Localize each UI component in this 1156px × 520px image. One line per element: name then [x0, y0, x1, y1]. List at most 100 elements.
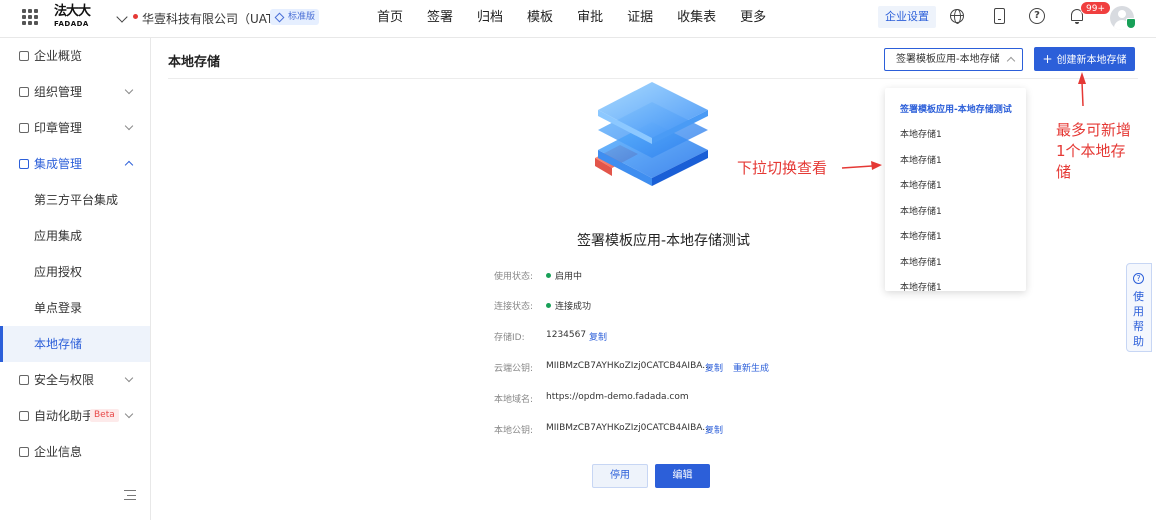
fadada-logo[interactable]: 法大大 FADADA [54, 4, 92, 34]
plus-icon: + [1042, 52, 1053, 66]
help-tab-label: 使用帮助 [1133, 290, 1144, 348]
connection-dot [546, 303, 551, 308]
sidebar-item-label: 安全与权限 [34, 373, 95, 387]
apps-grid-icon[interactable] [22, 9, 38, 25]
dropdown-option[interactable]: 本地存储1 [900, 178, 942, 191]
domain-label: 本地域名: [494, 395, 534, 405]
storage-illustration [595, 82, 708, 186]
nav-more[interactable]: 更多 [728, 0, 778, 36]
dropdown-option[interactable]: 本地存储1 [900, 280, 942, 291]
logo-cn: 法大大 [54, 4, 91, 19]
storage-select[interactable]: 签署模板应用-本地存储测 [884, 48, 1023, 71]
status-value: 启用中 [546, 269, 582, 282]
chevron-down-icon [124, 121, 134, 131]
company-switcher[interactable]: 华壹科技有限公司（UAT） [142, 10, 285, 27]
page-title: 本地存储 [168, 55, 221, 70]
sidebar-item-sso[interactable]: 单点登录 [0, 290, 150, 326]
sidebar-item-enterprise-info[interactable]: 企业信息 [0, 434, 150, 470]
connection-value: 连接成功 [546, 299, 591, 312]
sidebar-item-organization[interactable]: 组织管理 [0, 74, 150, 110]
dropdown-option[interactable]: 本地存储1 [900, 229, 942, 242]
status-text: 启用中 [555, 272, 583, 282]
company-status-dot [133, 14, 138, 19]
security-icon [19, 375, 29, 385]
sidebar-item-label: 集成管理 [34, 157, 83, 171]
nav-home[interactable]: 首页 [365, 0, 415, 36]
beta-tag: Beta [90, 409, 119, 422]
dropdown-option[interactable]: 本地存储1 [900, 255, 942, 268]
nav-forms[interactable]: 收集表 [665, 0, 728, 36]
nav-template[interactable]: 模板 [515, 0, 565, 36]
storage-select-value: 签署模板应用-本地存储测 [896, 54, 1000, 65]
sidebar-item-overview[interactable]: 企业概览 [0, 38, 150, 74]
status-label: 使用状态: [494, 272, 534, 282]
phone-icon[interactable] [994, 8, 1005, 24]
sidebar-item-local-storage[interactable]: 本地存储 [0, 326, 150, 362]
top-bar: 法大大 FADADA 华壹科技有限公司（UAT） 标准版 首页 签署 归档 模板… [0, 0, 1156, 38]
sidebar-item-label: 应用集成 [34, 229, 83, 243]
plan-badge: 标准版 [270, 9, 320, 25]
chevron-up-icon [124, 160, 134, 170]
sidebar-item-automation[interactable]: 自动化助手 Beta [0, 398, 150, 434]
nav-evidence[interactable]: 证据 [615, 0, 665, 36]
sidebar-item-third-party[interactable]: 第三方平台集成 [0, 182, 150, 218]
layers-icon [19, 159, 29, 169]
help-tab[interactable]: ? 使用帮助 [1126, 263, 1152, 352]
annotation-create-hint: 最多可新增1个本地存储 [1056, 121, 1132, 181]
nav-approval[interactable]: 审批 [565, 0, 615, 36]
title-divider [168, 78, 1138, 79]
disable-button[interactable]: 停用 [592, 464, 648, 488]
annotation-dropdown-hint: 下拉切换查看 [737, 159, 828, 177]
chevron-down-icon[interactable] [116, 11, 128, 23]
storage-dropdown: 签署模板应用-本地存储测试 本地存储1 本地存储1 本地存储1 本地存储1 本地… [885, 88, 1026, 291]
help-icon[interactable]: ? [1029, 8, 1045, 24]
enterprise-settings-button[interactable]: 企业设置 [878, 6, 936, 28]
chevron-down-icon [124, 85, 134, 95]
organization-icon [19, 87, 29, 97]
sidebar-item-label: 应用授权 [34, 265, 83, 279]
overview-icon [19, 51, 29, 61]
sidebar-item-label: 本地存储 [34, 337, 83, 351]
sidebar-item-label: 企业概览 [34, 49, 83, 63]
sidebar-item-security[interactable]: 安全与权限 [0, 362, 150, 398]
sidebar-item-label: 单点登录 [34, 301, 83, 315]
connection-label: 连接状态: [494, 302, 534, 312]
sidebar-item-label: 企业信息 [34, 445, 83, 459]
nav-archive[interactable]: 归档 [465, 0, 515, 36]
logo-en: FADADA [54, 20, 89, 28]
chevron-down-icon [124, 409, 134, 419]
collapse-sidebar-icon[interactable] [124, 490, 136, 500]
main-nav: 首页 签署 归档 模板 审批 证据 收集表 更多 [365, 0, 778, 36]
sidebar-item-label: 组织管理 [34, 85, 83, 99]
dropdown-option[interactable]: 本地存储1 [900, 204, 942, 217]
copy-local-key-link[interactable]: 复制 [705, 423, 723, 436]
connection-text: 连接成功 [555, 302, 592, 312]
regenerate-key-link[interactable]: 重新生成 [733, 361, 769, 374]
chevron-down-icon [124, 373, 134, 383]
sidebar-item-integration[interactable]: 集成管理 [0, 146, 150, 182]
edit-button[interactable]: 编辑 [655, 464, 710, 488]
sidebar-item-app-integration[interactable]: 应用集成 [0, 218, 150, 254]
copy-id-link[interactable]: 复制 [589, 330, 607, 343]
local-key-value: MIIBMzCB7AYHKoZIzj0CATCB4AIBA... [546, 423, 711, 433]
notification-badge: 99+ [1080, 1, 1111, 15]
help-icon: ? [1133, 273, 1144, 284]
sidebar-item-app-auth[interactable]: 应用授权 [0, 254, 150, 290]
seal-icon [19, 123, 29, 133]
dropdown-option[interactable]: 本地存储1 [900, 153, 942, 166]
create-storage-button[interactable]: + 创建新本地存储 [1034, 47, 1135, 71]
storage-id-label: 存储ID: [494, 333, 525, 343]
nav-sign[interactable]: 签署 [415, 0, 465, 36]
dropdown-option[interactable]: 签署模板应用-本地存储测试 [900, 102, 1012, 115]
sidebar-item-label: 自动化助手 [34, 409, 95, 423]
robot-icon [19, 411, 29, 421]
local-key-label: 本地公钥: [494, 426, 534, 436]
dropdown-option[interactable]: 本地存储1 [900, 127, 942, 140]
copy-cloud-key-link[interactable]: 复制 [705, 361, 723, 374]
shield-icon [1126, 18, 1136, 29]
sidebar-item-seals[interactable]: 印章管理 [0, 110, 150, 146]
diamond-icon [274, 12, 285, 23]
cloud-key-value: MIIBMzCB7AYHKoZIzj0CATCB4AIBA... [546, 361, 711, 371]
sidebar: 企业概览 组织管理 印章管理 集成管理 第三方平台集成 应用集成 应用授权 单点… [0, 38, 151, 520]
globe-icon[interactable] [950, 9, 964, 24]
